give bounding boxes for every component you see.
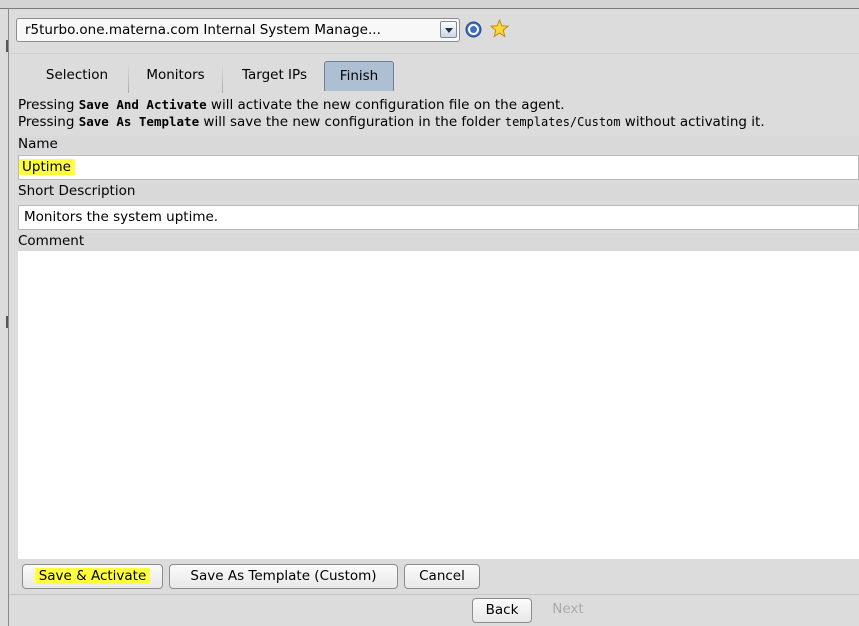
- name-field[interactable]: Uptime: [18, 155, 859, 180]
- help-icon[interactable]: [465, 21, 482, 38]
- tab-finish[interactable]: Finish: [324, 61, 394, 91]
- info-text: will activate the new configuration file…: [206, 97, 565, 113]
- short-description-label: Short Description: [18, 183, 859, 201]
- system-select[interactable]: r5turbo.one.materna.com Internal System …: [16, 18, 460, 42]
- info-text: Pressing: [18, 114, 79, 130]
- divider: [9, 594, 859, 595]
- tab-label: Finish: [339, 68, 379, 84]
- name-field-value: Uptime: [19, 159, 75, 175]
- info-bold-term: Save As Template: [78, 114, 200, 129]
- tab-monitors[interactable]: Monitors: [131, 61, 219, 91]
- save-as-template-label: Save As Template (Custom): [190, 568, 377, 584]
- next-label: Next: [552, 601, 584, 617]
- cancel-label: Cancel: [419, 568, 465, 584]
- tab-target-ips[interactable]: Target IPs: [225, 61, 323, 91]
- info-text: will save the new configuration in the f…: [199, 114, 505, 130]
- chevron-down-icon[interactable]: [440, 21, 457, 38]
- window-left-border: [8, 8, 9, 626]
- save-activate-button[interactable]: Save & Activate: [22, 564, 163, 589]
- next-button[interactable]: Next: [540, 598, 596, 623]
- save-activate-label: Save & Activate: [34, 568, 151, 584]
- tab-label: Selection: [45, 67, 109, 83]
- short-description-field[interactable]: Monitors the system uptime.: [18, 205, 859, 230]
- left-edge-tick: [6, 316, 8, 328]
- tab-selection[interactable]: Selection: [29, 61, 124, 91]
- tab-divider: [128, 63, 129, 93]
- info-folder-path: templates/Custom: [504, 115, 621, 129]
- info-line-template: Pressing Save As Template will save the …: [18, 114, 765, 130]
- comment-label: Comment: [18, 233, 859, 251]
- back-button[interactable]: Back: [472, 598, 532, 623]
- comment-textarea[interactable]: [18, 251, 859, 559]
- name-label: Name: [18, 136, 859, 154]
- header-bar: r5turbo.one.materna.com Internal System …: [9, 9, 859, 54]
- tab-label: Target IPs: [242, 67, 307, 83]
- left-edge-tick: [6, 40, 8, 52]
- tab-divider: [222, 63, 223, 93]
- tab-bar: Selection Monitors Target IPs Finish: [9, 53, 859, 93]
- back-label: Back: [485, 602, 519, 618]
- short-description-value: Monitors the system uptime.: [24, 209, 219, 225]
- info-line-activate: Pressing Save And Activate will activate…: [18, 97, 565, 113]
- info-bold-term: Save And Activate: [78, 97, 207, 112]
- save-as-template-button[interactable]: Save As Template (Custom): [169, 564, 398, 589]
- system-select-value: r5turbo.one.materna.com Internal System …: [25, 22, 381, 38]
- tab-label: Monitors: [146, 67, 205, 83]
- cancel-button[interactable]: Cancel: [404, 564, 480, 589]
- info-text: without activating it.: [620, 114, 765, 130]
- window-top-border: [0, 0, 859, 9]
- star-icon[interactable]: [490, 19, 509, 38]
- info-text: Pressing: [18, 97, 79, 113]
